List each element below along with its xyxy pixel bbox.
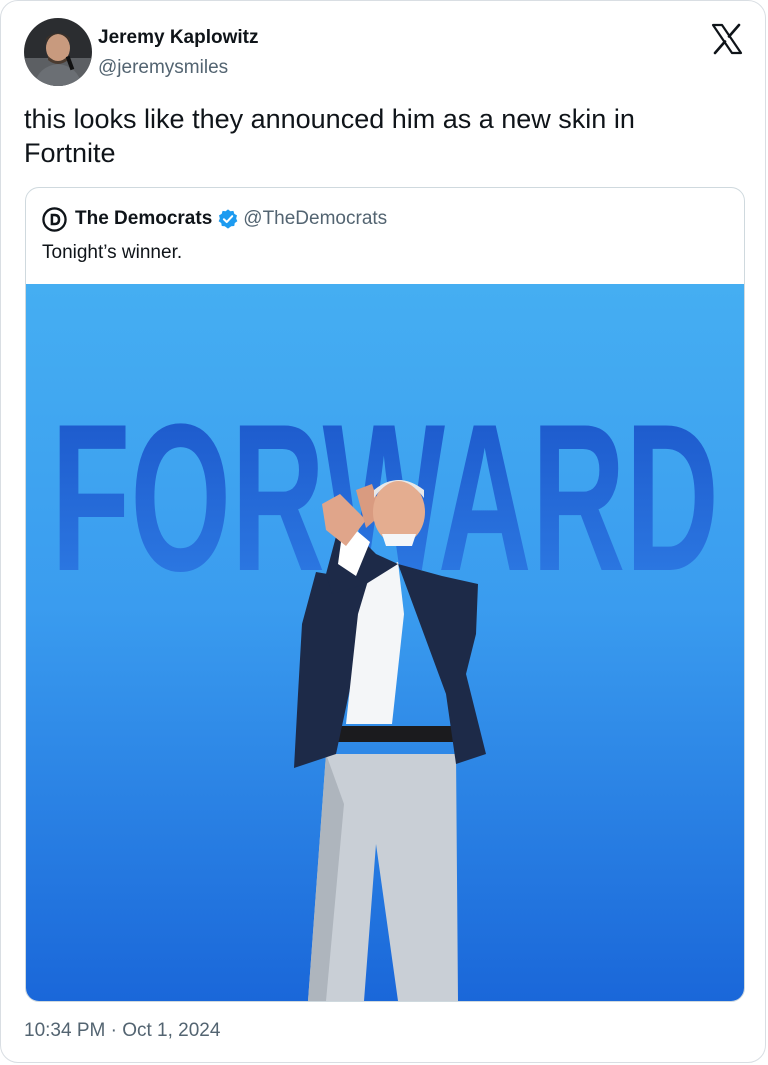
democrats-d-logo-icon: [42, 206, 67, 232]
author-avatar[interactable]: [24, 18, 92, 86]
quoted-tweet[interactable]: The Democrats @TheDemocrats Tonight’s wi…: [25, 187, 745, 1002]
x-logo-icon[interactable]: [711, 23, 743, 55]
author-handle[interactable]: @jeremysmiles: [98, 57, 228, 79]
quoted-author-handle[interactable]: @TheDemocrats: [243, 208, 387, 230]
tweet-card: Jeremy Kaplowitz @jeremysmiles this look…: [0, 0, 766, 1063]
author-name[interactable]: Jeremy Kaplowitz: [98, 27, 259, 49]
quoted-tweet-header: The Democrats @TheDemocrats: [42, 206, 387, 232]
verified-badge-icon: [218, 209, 238, 229]
quoted-tweet-image[interactable]: FORWARD: [26, 284, 744, 1001]
quoted-tweet-text: Tonight’s winner.: [42, 242, 183, 263]
tweet-text: this looks like they announced him as a …: [24, 104, 635, 168]
tweet-timestamp[interactable]: 10:34 PM · Oct 1, 2024: [24, 1020, 220, 1042]
quoted-author-name[interactable]: The Democrats: [75, 208, 212, 230]
